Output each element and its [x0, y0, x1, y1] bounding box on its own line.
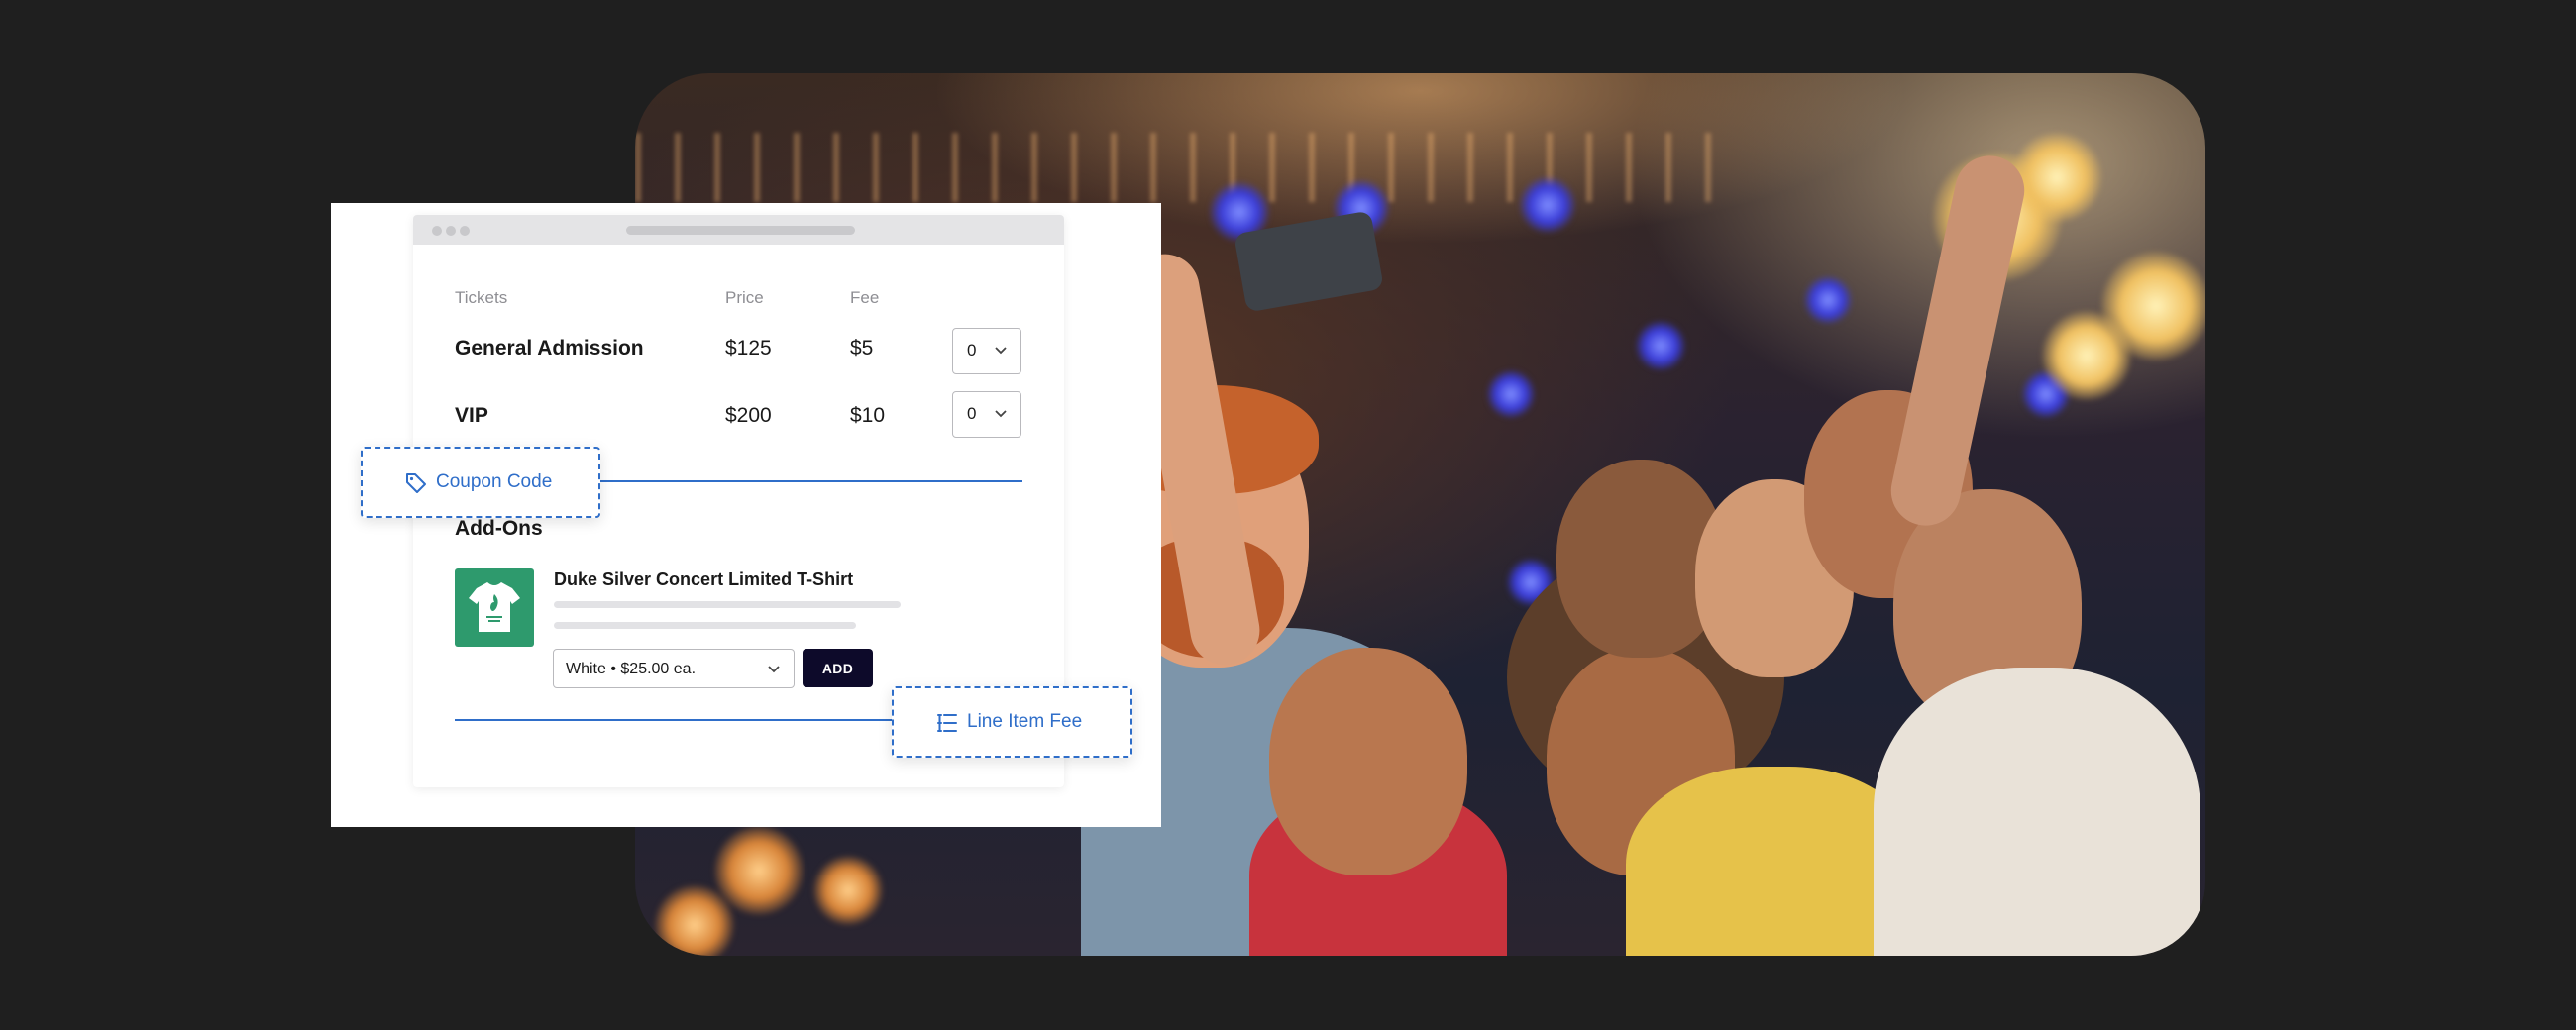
window-dot	[446, 226, 456, 236]
coupon-code-callout[interactable]: Coupon Code	[361, 447, 600, 518]
browser-titlebar	[413, 215, 1064, 245]
ticket-price: $125	[725, 337, 772, 360]
quantity-select-general-admission[interactable]: 0	[952, 328, 1021, 374]
quantity-value: 0	[967, 404, 977, 423]
ticket-fee: $10	[850, 404, 886, 427]
t-shirt-icon	[469, 582, 520, 632]
variant-select[interactable]: White • $25.00 ea.	[553, 649, 795, 688]
list-icon	[937, 714, 957, 732]
window-dot	[432, 226, 442, 236]
chevron-down-icon	[768, 666, 780, 673]
address-bar[interactable]	[626, 226, 855, 235]
section-divider	[455, 719, 901, 721]
line-item-fee-callout[interactable]: Line Item Fee	[892, 686, 1132, 758]
tag-icon	[406, 473, 426, 493]
coupon-code-label: Coupon Code	[436, 471, 553, 492]
description-placeholder	[554, 601, 901, 608]
ticket-fee: $5	[850, 337, 874, 360]
ticket-name: VIP	[455, 404, 488, 427]
ticket-name: General Admission	[455, 337, 644, 360]
quantity-value: 0	[967, 341, 977, 360]
column-header-price: Price	[725, 288, 764, 307]
addons-title: Add-Ons	[455, 517, 543, 540]
section-divider	[594, 480, 1022, 482]
stage: Tickets Price Fee General Admission $125…	[0, 0, 2576, 1030]
column-header-fee: Fee	[850, 288, 880, 307]
chevron-down-icon	[995, 410, 1007, 418]
description-placeholder	[554, 622, 856, 629]
quantity-select-vip[interactable]: 0	[952, 391, 1021, 438]
column-header-tickets: Tickets	[455, 288, 508, 307]
variant-value: White • $25.00 ea.	[566, 661, 697, 677]
product-name: Duke Silver Concert Limited T-Shirt	[554, 569, 854, 589]
line-item-fee-label: Line Item Fee	[967, 711, 1083, 732]
chevron-down-icon	[995, 347, 1007, 355]
t-shirt-thumbnail	[455, 568, 534, 647]
window-dot	[460, 226, 470, 236]
add-button[interactable]: ADD	[803, 649, 873, 687]
ticket-price: $200	[725, 404, 772, 427]
